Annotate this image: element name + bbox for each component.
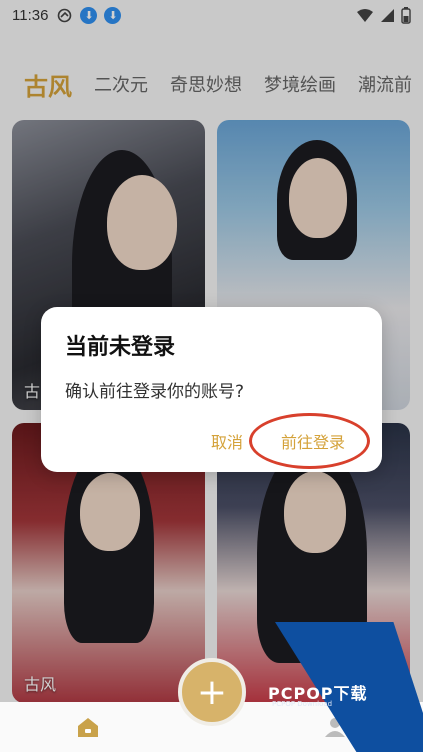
cancel-button[interactable]: 取消 xyxy=(211,429,243,453)
highlight-annotation xyxy=(249,413,370,469)
dialog-message: 确认前往登录你的账号? xyxy=(65,382,245,402)
home-icon[interactable] xyxy=(76,716,100,738)
create-button[interactable]: + xyxy=(178,658,246,726)
login-dialog: 当前未登录 确认前往登录你的账号? 取消 前往登录 xyxy=(41,307,382,472)
watermark-subtext: PCPOP Download xyxy=(272,700,333,708)
dialog-title: 当前未登录 xyxy=(65,335,176,360)
